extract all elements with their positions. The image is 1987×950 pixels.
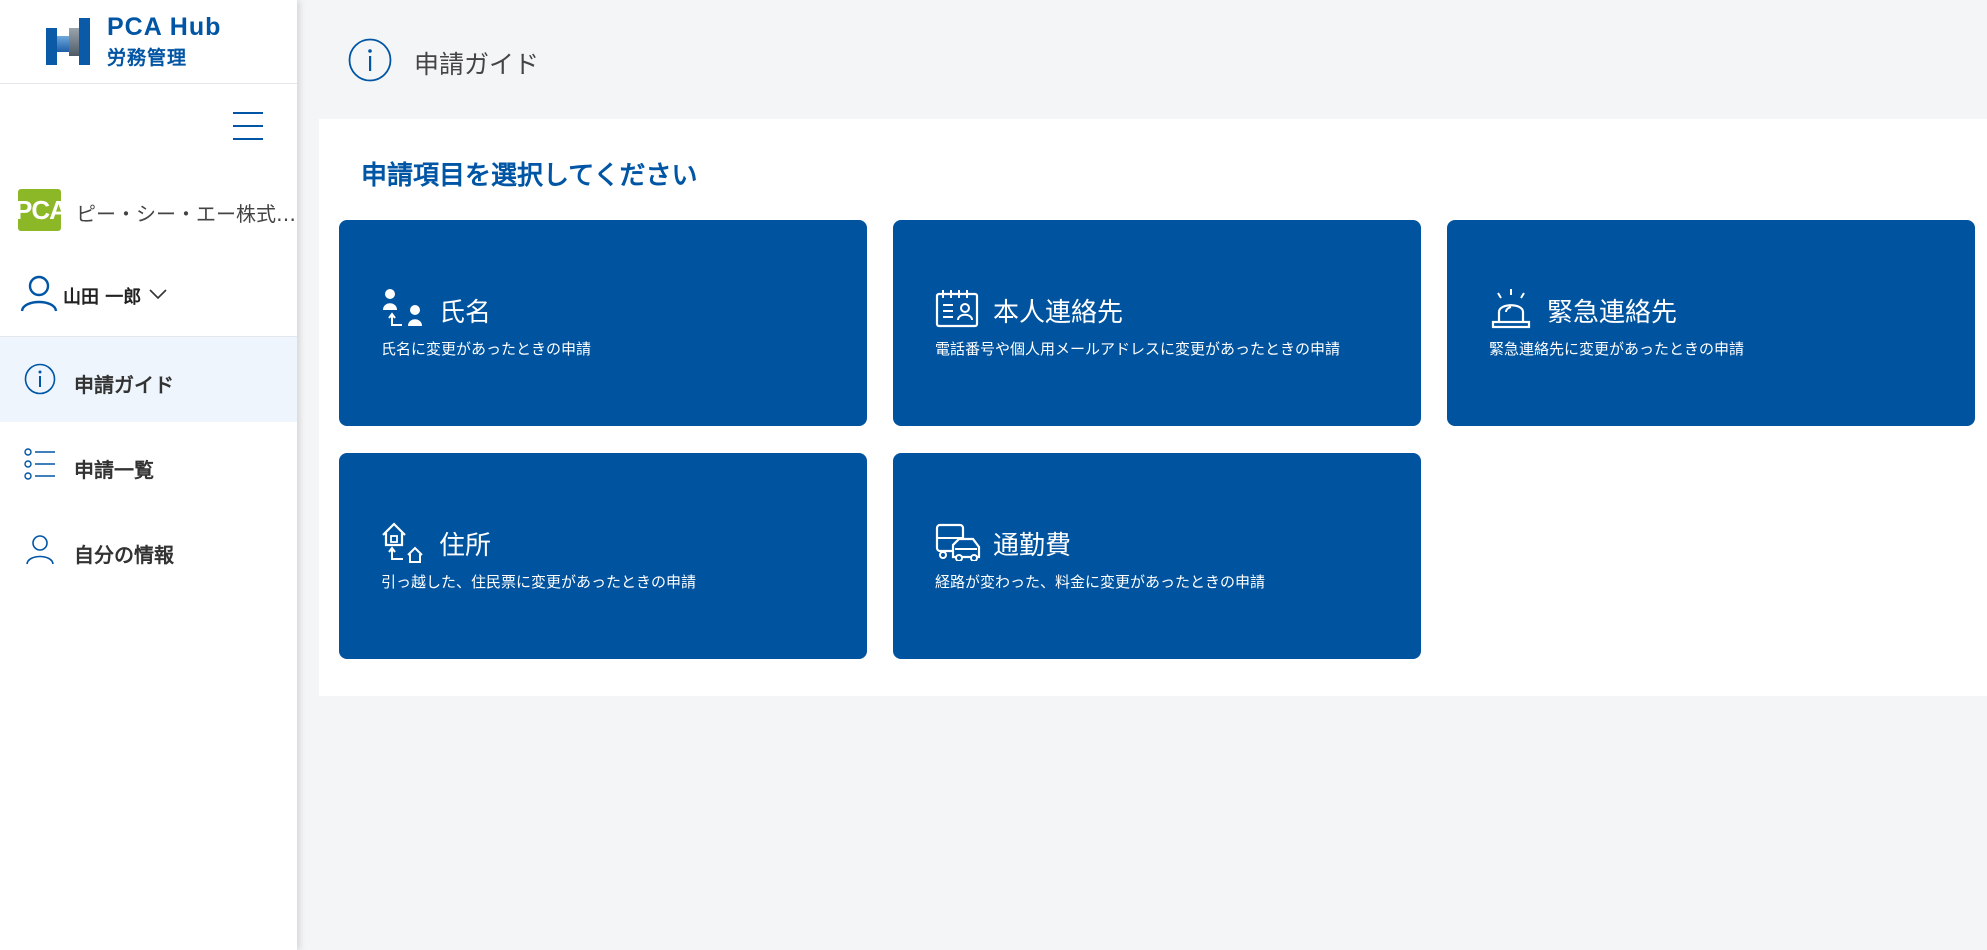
hamburger-icon xyxy=(233,112,263,114)
app-logo[interactable]: PCA Hub 労務管理 xyxy=(0,0,297,84)
section-heading: 申請項目を選択してください xyxy=(361,161,698,191)
card-title: 緊急連絡先 xyxy=(1547,298,1678,328)
sidebar-item-application-guide[interactable]: 申請ガイド xyxy=(0,337,297,422)
user-name: 山田 一郎 xyxy=(63,287,142,308)
commute-icon xyxy=(935,523,981,561)
user-icon xyxy=(20,275,58,312)
sidebar: PCA Hub 労務管理 PCA ピー・シー・エー株式会社 山田 一郎 申請ガイ… xyxy=(0,0,301,950)
person-icon xyxy=(26,535,54,565)
alarm-light-icon xyxy=(1491,289,1531,329)
house-move-icon xyxy=(382,522,423,563)
card-emergency-contact[interactable]: 緊急連絡先 緊急連絡先に変更があったときの申請 xyxy=(1447,220,1975,426)
card-personal-contact[interactable]: 本人連絡先 電話番号や個人用メールアドレスに変更があったときの申請 xyxy=(893,220,1421,426)
card-address[interactable]: 住所 引っ越した、住民票に変更があったときの申請 xyxy=(339,453,867,659)
sidebar-item-label: 申請一覧 xyxy=(74,458,154,482)
page-header: 申請ガイド xyxy=(297,0,1987,118)
card-name-change[interactable]: 氏名 氏名に変更があったときの申請 xyxy=(339,220,867,426)
application-panel: 申請項目を選択してください 氏名 氏名に変更があったときの申請 本人連絡先 電話… xyxy=(319,119,1987,696)
sidebar-item-my-info[interactable]: 自分の情報 xyxy=(0,507,297,592)
card-description: 経路が変わった、料金に変更があったときの申請 xyxy=(935,573,1266,591)
card-title: 氏名 xyxy=(439,298,492,328)
card-title: 通勤費 xyxy=(993,531,1072,561)
info-icon xyxy=(348,38,392,82)
card-commute-cost[interactable]: 通勤費 経路が変わった、料金に変更があったときの申請 xyxy=(893,453,1421,659)
sidebar-item-label: 申請ガイド xyxy=(74,373,174,397)
contact-card-icon xyxy=(935,290,979,328)
logo-subtitle: 労務管理 xyxy=(107,47,188,69)
page-title: 申請ガイド xyxy=(414,50,540,79)
user-menu-button[interactable]: 山田 一郎 xyxy=(20,274,280,314)
company-logo: PCA xyxy=(18,189,61,231)
sidebar-item-label: 自分の情報 xyxy=(74,543,174,567)
list-icon xyxy=(24,448,55,480)
card-description: 氏名に変更があったときの申請 xyxy=(381,340,592,358)
company-selector: PCA ピー・シー・エー株式会社 xyxy=(18,189,301,231)
info-icon xyxy=(24,363,56,395)
chevron-down-icon xyxy=(149,289,167,299)
sidebar-nav: 申請ガイド 申請一覧 自分の情報 xyxy=(0,336,297,592)
sidebar-item-application-list[interactable]: 申請一覧 xyxy=(0,422,297,507)
card-title: 本人連絡先 xyxy=(993,298,1124,328)
name-change-icon xyxy=(383,289,422,326)
logo-title: PCA Hub xyxy=(107,13,222,41)
card-description: 引っ越した、住民票に変更があったときの申請 xyxy=(381,573,697,591)
company-name: ピー・シー・エー株式会社 xyxy=(76,202,301,226)
menu-toggle-button[interactable] xyxy=(233,112,263,142)
card-description: 電話番号や個人用メールアドレスに変更があったときの申請 xyxy=(935,340,1341,358)
pca-logo-icon xyxy=(46,18,90,65)
card-title: 住所 xyxy=(439,531,492,561)
card-description: 緊急連絡先に変更があったときの申請 xyxy=(1489,340,1745,358)
